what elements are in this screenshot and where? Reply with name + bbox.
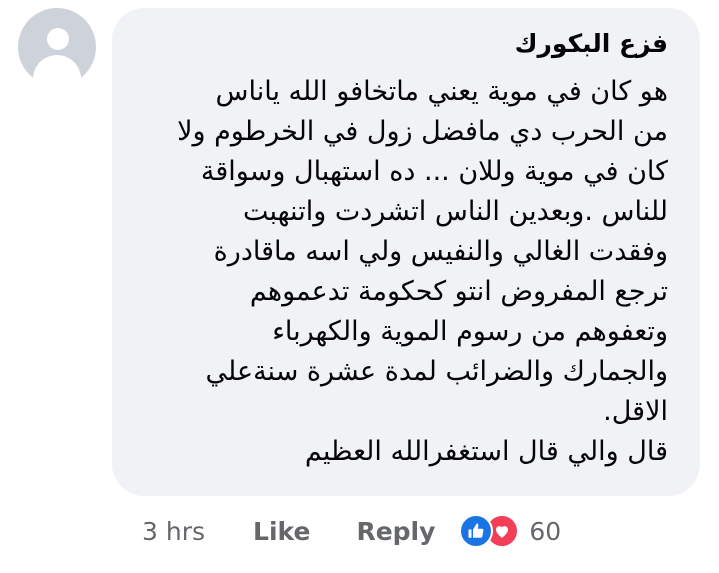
comment-line: وفقدت الغالي والنفيس ولي اسه ماقادرة — [213, 236, 668, 267]
comment-line: للناس .وبعدين الناس اتشردت واتنهبت — [242, 196, 668, 227]
thumbs-up-icon — [459, 514, 494, 548]
comment-line: من الحرب دي مافضل زول في الخرطوم ولا — [177, 116, 668, 147]
comment-author-name[interactable]: فزع البكورك — [152, 24, 668, 64]
comment-line: ترجع المفروض انتو كحكومة تدعموهم — [249, 276, 668, 307]
comment-bubble: فزع البكورك هو كان في موية يعني ماتخافو … — [112, 8, 700, 496]
reactions-summary[interactable]: 60 — [459, 514, 561, 548]
comment-line: وتعفوهم من رسوم الموية والكهرباء — [272, 316, 668, 347]
like-button[interactable]: Like — [253, 517, 310, 546]
avatar-body-shape — [33, 55, 81, 86]
comment-line: والجمارك والضرائب لمدة عشرة سنةعلي — [205, 356, 668, 387]
reaction-count: 60 — [529, 516, 562, 546]
comment-line: هو كان في موية يعني ماتخافو الله ياناس — [215, 76, 668, 107]
comment-line: كان في موية وللان ... ده استهبال وسواقة — [200, 156, 668, 187]
comment-actions: 3 hrs Like Reply 60 — [142, 506, 561, 556]
reply-button[interactable]: Reply — [356, 517, 435, 546]
comment-text: هو كان في موية يعني ماتخافو الله ياناس م… — [152, 72, 668, 472]
avatar-head-shape — [47, 28, 69, 50]
avatar[interactable] — [18, 8, 96, 86]
comment-line: الاقل. — [603, 396, 668, 427]
comment-line: قال والي قال استغفرالله العظيم — [304, 436, 668, 467]
comment-timestamp[interactable]: 3 hrs — [142, 517, 205, 546]
